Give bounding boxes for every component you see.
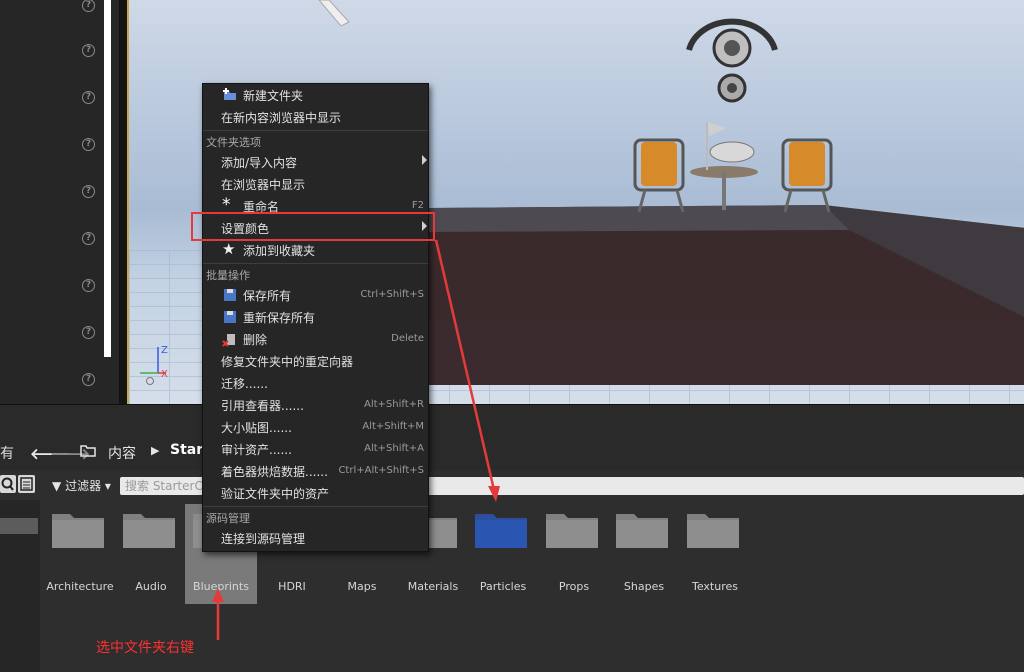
chair-right [781,138,833,213]
filters-label: 过滤器 [65,479,102,493]
menu-item-label: 新建文件夹 [243,89,304,103]
help-icon[interactable]: ? [82,91,95,104]
panel-splitter[interactable] [120,0,127,404]
context-menu-item[interactable]: ★ 添加到收藏夹 [203,239,428,261]
svg-text:Z: Z [161,345,168,356]
resave-icon [222,309,238,325]
menu-separator [203,130,428,131]
viewport-status-strip [0,404,1024,434]
menu-item-shortcut: Alt+Shift+A [364,443,424,454]
content-browser-nav-bar: 有 🡐 🡒 内容 ▶ Start [0,434,1024,470]
menu-section-header: 批量操作 [206,269,250,282]
details-panel: ? ? ? ? ? ? ? ? ? [0,0,120,404]
help-icon[interactable]: ? [82,44,95,57]
menu-item-shortcut: Alt+Shift+M [362,421,424,432]
menu-item-label: 引用查看器...... [221,399,304,413]
context-menu-item[interactable]: 在浏览器中显示 [203,173,428,195]
context-menu-item[interactable]: 审计资产...... Alt+Shift+A [203,438,428,460]
folder-tree-selected-item[interactable] [0,518,38,534]
context-menu-item[interactable]: 新建文件夹 [203,84,428,106]
save-icon [222,287,238,303]
context-menu-item[interactable]: 着色器烘焙数据...... Ctrl+Alt+Shift+S [203,460,428,482]
menu-item-label: 添加到收藏夹 [243,244,316,258]
menu-separator [203,506,428,507]
panel-scrollbar[interactable] [104,0,111,357]
menu-item-shortcut: Alt+Shift+R [364,399,424,410]
menu-item-label: 大小贴图...... [221,421,292,435]
folder-label: Textures [692,580,738,593]
help-icon[interactable]: ? [82,232,95,245]
chair-left [633,138,685,213]
search-icon[interactable] [0,475,16,493]
context-menu-item[interactable]: 添加/导入内容 [203,151,428,173]
chevron-down-icon: ▾ [104,479,111,493]
menu-item-label: 删除 [243,333,268,347]
context-menu-item[interactable]: 修复文件夹中的重定向器 [203,350,428,372]
menu-item-label: 着色器烘焙数据...... [221,465,328,479]
filters-button[interactable]: ▼ 过滤器 ▾ [52,477,111,494]
folder-context-menu: 新建文件夹 在新内容浏览器中显示 文件夹选项 添加/导入内容 在浏览器中显示 * 重命名 F2… [202,83,429,552]
folder-icon [616,514,668,548]
context-menu-item[interactable]: 迁移...... [203,372,428,394]
delete-icon [222,331,238,347]
breadcrumb-root[interactable]: 内容 [108,443,136,463]
menu-item-shortcut: F2 [411,200,424,211]
menu-item-shortcut: Ctrl+Alt+Shift+S [338,465,424,476]
menu-section-header: 文件夹选项 [206,136,261,149]
help-icon[interactable]: ? [82,279,95,292]
view-options-icon[interactable] [18,475,35,493]
help-icon[interactable]: ? [82,0,95,12]
menu-item-shortcut: Delete [391,333,424,344]
filter-funnel-icon: ▼ [52,479,62,493]
menu-item-label: 修复文件夹中的重定向器 [221,355,354,369]
menu-item-label: 迁移...... [221,377,268,391]
folder-icon [80,445,96,457]
submenu-arrow-icon [422,155,427,165]
folder-icon [52,514,104,548]
content-browser: 有 🡐 🡒 内容 ▶ Start ▼ 过滤器 ▾ 搜索 StarterCo Ar… [0,434,1024,672]
help-icon[interactable]: ? [82,138,95,151]
axis-gizmo: Z X [140,345,168,385]
context-menu-item[interactable]: 保存所有 Ctrl+Shift+S [203,284,428,306]
chevron-right-icon[interactable]: ▶ [151,444,159,457]
context-menu-item[interactable]: 重新保存所有 [203,306,428,328]
new-folder-icon [222,87,238,103]
menu-section-header: 源码管理 [206,512,250,525]
folder-icon [546,514,598,548]
menu-item-shortcut: Ctrl+Shift+S [360,289,424,300]
context-menu-item[interactable]: 删除 Delete [203,328,428,350]
svg-text:X: X [161,369,168,380]
context-menu-item[interactable]: 验证文件夹中的资产 [203,482,428,504]
context-menu-item[interactable]: 在新内容浏览器中显示 [203,106,428,128]
annotation-text: 选中文件夹右键 [96,640,194,656]
folder-icon [123,514,175,548]
star-icon: ★ [222,240,236,258]
help-icon[interactable]: ? [82,326,95,339]
context-menu-item[interactable]: 引用查看器...... Alt+Shift+R [203,394,428,416]
menu-item-label: 重新保存所有 [243,311,316,325]
menu-item-label: 添加/导入内容 [221,156,298,170]
menu-item-label: 在新内容浏览器中显示 [221,111,342,125]
folder-icon [687,514,739,548]
context-menu-item[interactable]: 大小贴图...... Alt+Shift+M [203,416,428,438]
menu-item-label: 审计资产...... [221,443,292,457]
menu-item-label: 保存所有 [243,289,292,303]
menu-separator [203,263,428,264]
folder-tile[interactable]: Textures [679,504,751,604]
annotation-highlight-box [191,212,435,241]
folder-icon [475,514,527,548]
help-icon[interactable]: ? [82,373,95,386]
nav-partial-label: 有 [0,446,14,462]
menu-item-label: 在浏览器中显示 [221,178,306,192]
menu-item-label: 连接到源码管理 [221,532,306,546]
menu-item-label: 验证文件夹中的资产 [221,487,330,501]
context-menu-item[interactable]: 连接到源码管理 [203,527,428,549]
help-icon[interactable]: ? [82,185,95,198]
